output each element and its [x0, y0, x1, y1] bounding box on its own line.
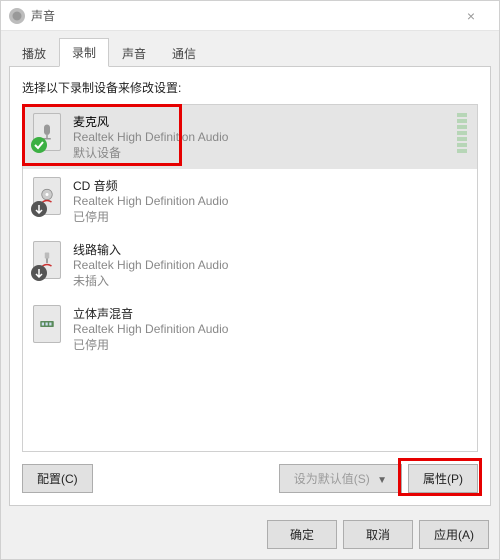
down-arrow-badge-icon	[31, 201, 47, 217]
device-name: 线路输入	[73, 241, 467, 258]
tab-recording[interactable]: 录制	[59, 38, 109, 67]
device-text: 线路输入 Realtek High Definition Audio 未插入	[73, 241, 467, 289]
tab-playback[interactable]: 播放	[9, 39, 59, 67]
configure-button[interactable]: 配置(C)	[22, 464, 93, 493]
device-status: 已停用	[73, 208, 467, 225]
ok-button[interactable]: 确定	[267, 520, 337, 549]
device-desc: Realtek High Definition Audio	[73, 322, 467, 336]
chevron-down-icon: ▼	[377, 475, 387, 486]
set-default-button[interactable]: 设为默认值(S) ▼	[279, 464, 402, 493]
device-name: 立体声混音	[73, 305, 467, 322]
device-row[interactable]: 立体声混音 Realtek High Definition Audio 已停用	[23, 297, 477, 361]
device-text: 立体声混音 Realtek High Definition Audio 已停用	[73, 305, 467, 353]
device-desc: Realtek High Definition Audio	[73, 130, 451, 144]
device-icon-wrap	[33, 241, 67, 279]
level-meter	[457, 113, 467, 153]
device-icon-wrap	[33, 305, 67, 343]
stereo-mix-icon	[33, 305, 61, 343]
device-row[interactable]: 线路输入 Realtek High Definition Audio 未插入	[23, 233, 477, 297]
check-badge-icon	[31, 137, 47, 153]
tab-label: 通信	[172, 47, 196, 61]
device-icon-wrap	[33, 113, 67, 151]
device-desc: Realtek High Definition Audio	[73, 258, 467, 272]
sound-dialog: 声音 × 播放 录制 声音 通信 选择以下录制设备来修改设置: 麦克风	[0, 0, 500, 560]
tab-communications[interactable]: 通信	[159, 39, 209, 67]
device-text: 麦克风 Realtek High Definition Audio 默认设备	[73, 113, 451, 161]
device-status: 默认设备	[73, 144, 451, 161]
tab-strip: 播放 录制 声音 通信	[1, 31, 499, 66]
button-label: 配置(C)	[37, 472, 78, 486]
tab-label: 播放	[22, 47, 46, 61]
device-name: CD 音频	[73, 177, 467, 194]
device-status: 已停用	[73, 336, 467, 353]
cancel-button[interactable]: 取消	[343, 520, 413, 549]
device-list[interactable]: 麦克风 Realtek High Definition Audio 默认设备	[22, 104, 478, 452]
tab-panel: 选择以下录制设备来修改设置: 麦克风 Realtek High Definiti…	[9, 66, 491, 506]
properties-button[interactable]: 属性(P)	[408, 464, 478, 493]
button-label: 设为默认值(S)	[294, 472, 370, 486]
tab-label: 声音	[122, 47, 146, 61]
button-label: 确定	[290, 528, 314, 542]
device-status: 未插入	[73, 272, 467, 289]
button-label: 取消	[366, 528, 390, 542]
device-row[interactable]: 麦克风 Realtek High Definition Audio 默认设备	[23, 105, 477, 169]
instruction-text: 选择以下录制设备来修改设置:	[22, 79, 478, 96]
apply-button[interactable]: 应用(A)	[419, 520, 489, 549]
close-button[interactable]: ×	[451, 8, 491, 24]
device-desc: Realtek High Definition Audio	[73, 194, 467, 208]
window-title: 声音	[31, 7, 451, 24]
device-row[interactable]: CD 音频 Realtek High Definition Audio 已停用	[23, 169, 477, 233]
device-text: CD 音频 Realtek High Definition Audio 已停用	[73, 177, 467, 225]
tab-label: 录制	[72, 46, 96, 60]
device-list-wrap: 麦克风 Realtek High Definition Audio 默认设备	[22, 104, 478, 452]
panel-buttons: 配置(C) 设为默认值(S) ▼ 属性(P)	[22, 464, 478, 493]
down-arrow-badge-icon	[31, 265, 47, 281]
device-icon-wrap	[33, 177, 67, 215]
tab-sounds[interactable]: 声音	[109, 39, 159, 67]
button-label: 应用(A)	[434, 528, 474, 542]
titlebar: 声音 ×	[1, 1, 499, 31]
button-label: 属性(P)	[423, 472, 463, 486]
device-name: 麦克风	[73, 113, 451, 130]
dialog-buttons: 确定 取消 应用(A)	[1, 514, 499, 559]
app-icon	[9, 8, 25, 24]
